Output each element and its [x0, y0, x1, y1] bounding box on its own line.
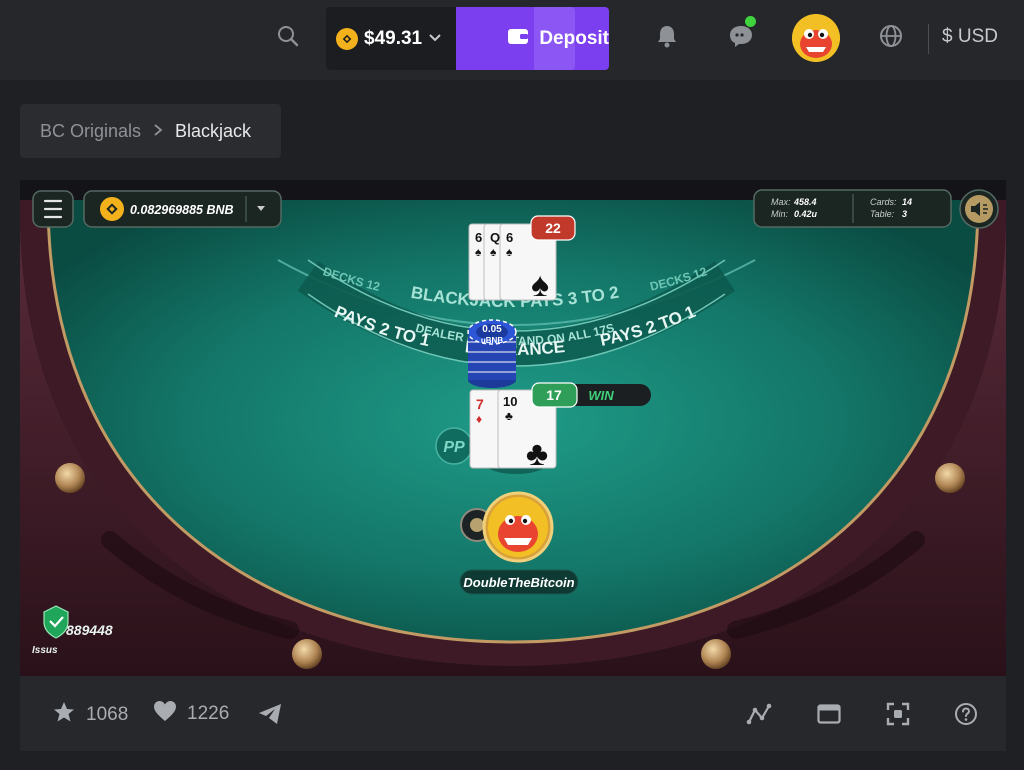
max-value: 458.4 — [793, 197, 817, 207]
bet-balance-value: 0.082969885 BNB — [130, 203, 234, 217]
card-suit: ♣ — [505, 409, 513, 423]
telegram-icon[interactable] — [256, 700, 284, 728]
likes-count: 1226 — [187, 703, 230, 724]
max-label: Max: — [771, 197, 791, 207]
currency-selector[interactable]: $ USD — [942, 26, 998, 48]
dealer-total: 22 — [545, 220, 561, 236]
chip-unit: uBNB — [481, 336, 503, 345]
min-value: 0.42u — [794, 209, 818, 219]
favorites-count: 1068 — [86, 704, 129, 725]
chip-stack: 0.05 uBNB — [467, 319, 517, 388]
card-suit-large: ♣ — [526, 435, 548, 473]
chevron-right-icon — [153, 121, 163, 142]
header-divider — [928, 24, 929, 54]
card-suit: ♠ — [490, 245, 497, 259]
wallet-icon — [507, 27, 529, 51]
globe-icon[interactable] — [877, 22, 905, 50]
breadcrumb-parent[interactable]: BC Originals — [40, 121, 141, 142]
sound-button[interactable] — [959, 189, 999, 229]
result-badge: WIN — [588, 388, 614, 403]
top-bar: $49.31 Deposit $ USD — [0, 0, 1024, 80]
online-dot — [745, 16, 756, 27]
fullscreen-icon[interactable] — [884, 700, 912, 728]
min-label: Min: — [771, 209, 789, 219]
card-suit-large: ♠ — [531, 266, 549, 304]
limits-panel: Max: 458.4 Min: 0.42u Cards: 14 Table: 3 — [753, 189, 952, 228]
deposit-label: Deposit — [539, 27, 609, 49]
cards-value: 14 — [902, 197, 912, 207]
game-footer: 1068 1226 — [20, 676, 1006, 751]
heart-icon — [153, 700, 177, 728]
rail-knob — [292, 639, 322, 669]
table-value: 3 — [902, 209, 907, 219]
rail-knob — [935, 463, 965, 493]
card-rank: 6 — [475, 230, 482, 245]
rail-knob — [701, 639, 731, 669]
balance-amount: $49.31 — [364, 27, 423, 49]
balance-selector[interactable]: $49.31 — [326, 7, 456, 70]
verified-id: 889448 — [66, 622, 113, 638]
pp-logo: PP — [435, 427, 473, 465]
avatar[interactable] — [792, 14, 840, 62]
card-rank: 7 — [476, 396, 484, 412]
card-suit: ♦ — [476, 412, 482, 426]
chip-amount: 0.05 — [482, 324, 502, 335]
card-suit: ♠ — [475, 245, 482, 259]
card-rank: 10 — [503, 394, 517, 409]
breadcrumb: BC Originals Blackjack — [20, 104, 281, 158]
like-button[interactable]: 1226 — [153, 700, 229, 728]
verified-label: Issus — [32, 645, 58, 656]
bnb-coin-icon — [336, 27, 358, 50]
rail-knob — [55, 463, 85, 493]
chat-icon[interactable] — [727, 16, 756, 50]
help-icon[interactable] — [952, 700, 980, 728]
window-icon[interactable] — [815, 700, 843, 728]
card-suit: ♠ — [506, 245, 513, 259]
pp-logo-text: PP — [443, 439, 465, 456]
table-label: Table: — [870, 209, 895, 219]
breadcrumb-current: Blackjack — [175, 120, 252, 141]
menu-button[interactable] — [32, 190, 74, 228]
card-rank: 6 — [506, 230, 513, 245]
star-icon — [52, 700, 76, 730]
bell-icon[interactable] — [653, 22, 681, 50]
player-total: 17 — [546, 387, 562, 403]
search-icon[interactable] — [274, 22, 302, 50]
bet-balance-selector[interactable]: 0.082969885 BNB — [83, 190, 282, 228]
deposit-button[interactable]: Deposit — [456, 7, 609, 70]
cards-label: Cards: — [870, 197, 897, 207]
favorites-button[interactable]: 1068 — [52, 700, 128, 730]
blackjack-game[interactable]: DECKS 12 DECKS 12 BLACKJACK PAYS 3 TO 2 … — [20, 180, 1006, 676]
card-rank: Q — [490, 230, 500, 245]
stats-icon[interactable] — [745, 700, 773, 728]
player-name: DoubleTheBitcoin — [463, 575, 574, 590]
chevron-down-icon — [428, 30, 442, 48]
